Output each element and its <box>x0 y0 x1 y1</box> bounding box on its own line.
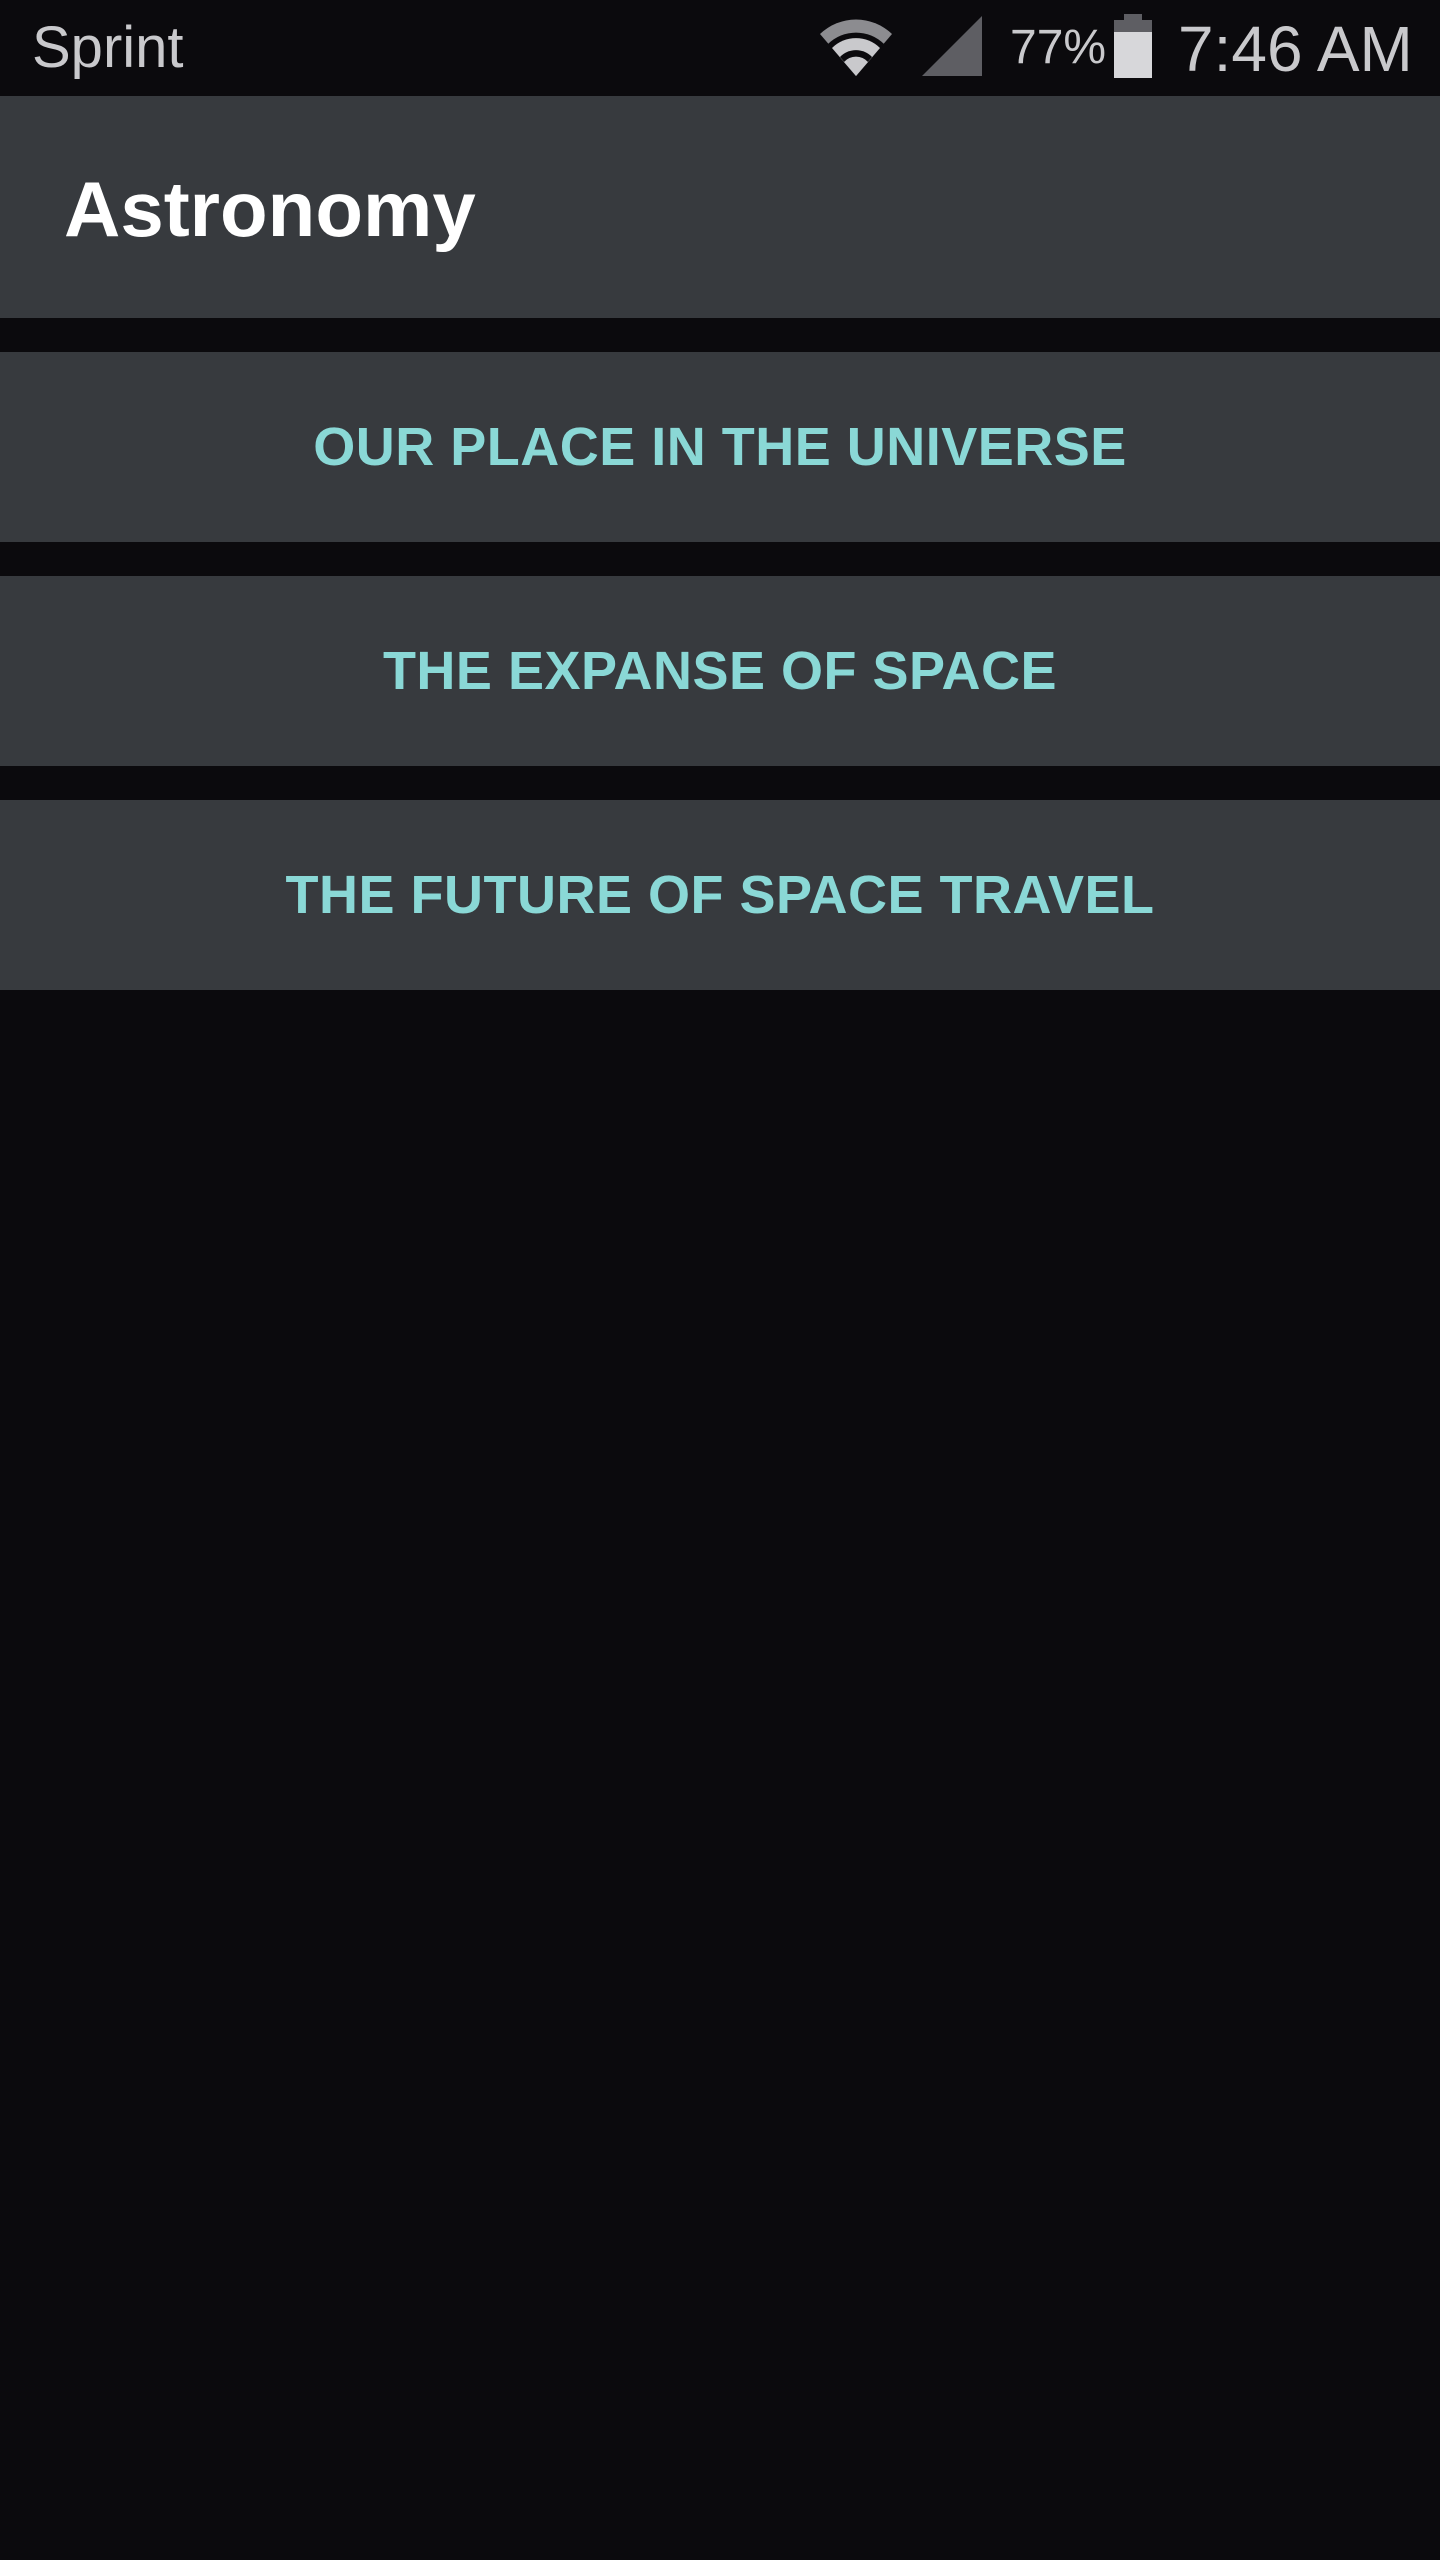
topic-button-expanse-of-space[interactable]: THE EXPANSE OF SPACE <box>0 576 1440 766</box>
topic-button-label: OUR PLACE IN THE UNIVERSE <box>313 417 1127 477</box>
topic-button-future-of-space-travel[interactable]: THE FUTURE OF SPACE TRAVEL <box>0 800 1440 990</box>
cell-signal-icon <box>922 16 982 76</box>
app-bar: Astronomy <box>0 96 1440 318</box>
battery-percent: 77% <box>1010 21 1107 74</box>
status-bar: Sprint 77% 7:46 AM <box>0 0 1440 96</box>
app-screen: Sprint 77% 7:46 AM Astronomy OUR PLACE I… <box>0 0 1440 2560</box>
app-title: Astronomy <box>64 165 476 253</box>
carrier-name: Sprint <box>32 15 184 80</box>
topic-button-label: THE EXPANSE OF SPACE <box>382 641 1058 701</box>
battery-icon <box>1114 14 1152 78</box>
topic-button-our-place[interactable]: OUR PLACE IN THE UNIVERSE <box>0 352 1440 542</box>
topic-button-label: THE FUTURE OF SPACE TRAVEL <box>285 865 1155 925</box>
topic-list: OUR PLACE IN THE UNIVERSE THE EXPANSE OF… <box>0 318 1440 990</box>
status-clock: 7:46 AM <box>1178 13 1413 85</box>
wifi-icon <box>820 19 892 76</box>
